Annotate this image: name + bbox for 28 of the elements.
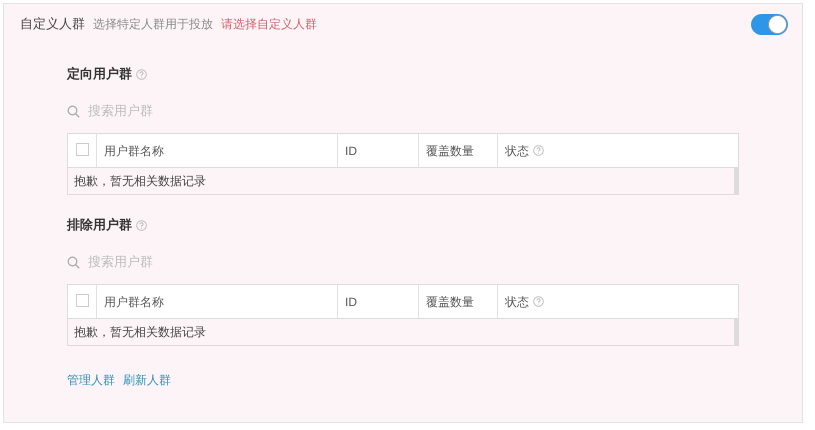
empty-message: 抱歉，暂无相关数据记录 <box>73 324 207 341</box>
column-header: 覆盖数量 <box>426 142 474 160</box>
search-icon <box>67 256 80 268</box>
help-icon <box>533 145 544 156</box>
checkbox[interactable] <box>76 143 88 156</box>
description-text: 选择特定人群用于投放 <box>93 16 213 33</box>
column-header: ID <box>345 294 357 310</box>
help-icon <box>533 296 544 307</box>
column-header: ID <box>345 142 357 160</box>
checkbox[interactable] <box>76 294 88 307</box>
column-header: 用户群名称 <box>104 294 164 310</box>
group-title: 定向用户群 <box>67 65 132 84</box>
column-header: 覆盖数量 <box>426 294 474 310</box>
group-title: 排除用户群 <box>67 216 132 234</box>
column-header: 状态 <box>505 142 529 160</box>
link[interactable]: 管理人群 <box>67 371 115 389</box>
section-title: 自定义人群 <box>20 15 85 34</box>
toggle-switch[interactable] <box>751 14 788 34</box>
search-field[interactable]: 搜索用户群 <box>88 101 288 121</box>
column-header: 状态 <box>505 294 529 310</box>
search-icon <box>67 104 80 118</box>
link[interactable]: 刷新人群 <box>123 371 171 389</box>
empty-message: 抱歉，暂无相关数据记录 <box>73 173 207 190</box>
search-field[interactable]: 搜索用户群 <box>88 252 288 272</box>
help-icon <box>136 220 147 230</box>
column-header: 用户群名称 <box>104 142 164 160</box>
error-message: 请选择自定义人群 <box>221 16 317 33</box>
help-icon <box>136 68 147 80</box>
